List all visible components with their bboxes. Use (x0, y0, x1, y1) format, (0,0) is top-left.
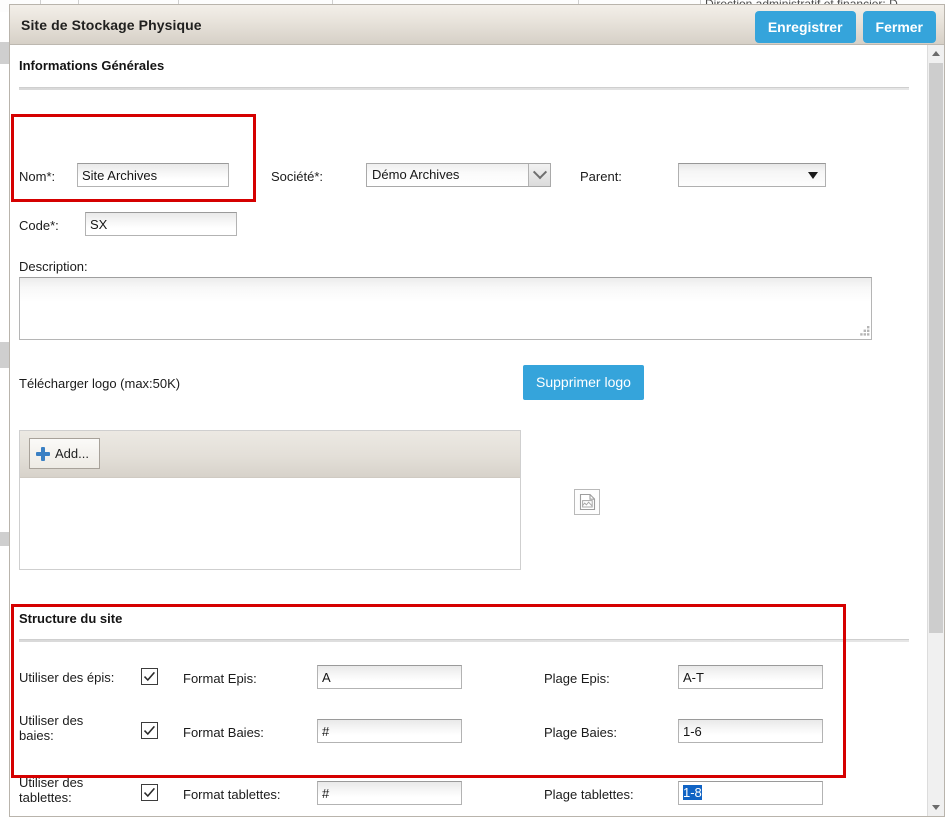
structure-use-label: Utiliser des épis: (19, 670, 115, 685)
logo-upload-panel: Add... (19, 430, 521, 570)
structure-format-label: Format Epis: (183, 671, 257, 686)
triangle-down-icon (808, 171, 818, 179)
dialog-titlebar: Site de Stockage Physique Enregistrer Fe… (10, 5, 944, 45)
chevron-down-icon (932, 805, 940, 810)
structure-range-label: Plage tablettes: (544, 787, 634, 802)
societe-selected-value: Démo Archives (372, 167, 460, 182)
structure-use-label: Utiliser des tablettes: (19, 775, 84, 805)
structure-range-input[interactable] (678, 719, 823, 743)
structure-range-label: Plage Baies: (544, 725, 617, 740)
section-heading-structure: Structure du site (19, 611, 123, 626)
description-textarea[interactable] (19, 277, 872, 340)
structure-use-label: Utiliser des baies: (19, 713, 84, 743)
checkmark-icon (143, 725, 156, 736)
structure-range-label: Plage Epis: (544, 671, 610, 686)
delete-logo-button[interactable]: Supprimer logo (523, 365, 644, 400)
structure-format-input[interactable] (317, 719, 462, 743)
section-heading-general: Informations Générales (19, 58, 165, 73)
background-left-strip (0, 12, 9, 817)
background-strip-block (0, 532, 9, 546)
chevron-up-icon (932, 51, 940, 56)
scroll-down-button[interactable] (928, 799, 944, 816)
structure-format-label: Format tablettes: (183, 787, 281, 802)
logo-preview-placeholder (574, 489, 600, 515)
save-button[interactable]: Enregistrer (754, 11, 856, 43)
broken-image-icon (579, 493, 595, 511)
logo-upload-toolbar: Add... (20, 431, 520, 478)
scroll-up-button[interactable] (928, 45, 944, 62)
structure-use-checkbox[interactable] (141, 784, 158, 801)
structure-format-input[interactable] (317, 665, 462, 689)
plus-icon (36, 446, 50, 461)
close-button[interactable]: Fermer (862, 11, 936, 43)
societe-select[interactable]: Démo Archives (366, 163, 551, 187)
dialog-body: Informations Générales Nom*: Code*: Soci… (10, 45, 944, 816)
section-divider-structure (19, 639, 909, 642)
background-strip-block (0, 42, 9, 64)
chevron-down-icon (528, 164, 550, 186)
dialog-actions: Enregistrer Fermer (754, 11, 936, 43)
structure-format-label: Format Baies: (183, 725, 264, 740)
nom-label: Nom*: (19, 169, 56, 184)
code-label: Code*: (19, 218, 59, 233)
structure-range-input[interactable]: 1-8 (678, 781, 823, 805)
checkmark-icon (143, 787, 156, 798)
structure-use-checkbox[interactable] (141, 722, 158, 739)
dialog-title: Site de Stockage Physique (21, 17, 202, 33)
parent-label: Parent: (580, 169, 622, 184)
background-strip-block (0, 342, 9, 368)
code-input[interactable] (85, 212, 237, 236)
add-file-label: Add... (55, 446, 89, 461)
selected-text: 1-8 (683, 785, 702, 800)
form-content: Informations Générales Nom*: Code*: Soci… (10, 45, 918, 816)
site-dialog: Site de Stockage Physique Enregistrer Fe… (9, 4, 945, 817)
section-divider-general (19, 87, 909, 90)
structure-range-input[interactable] (678, 665, 823, 689)
parent-select[interactable] (678, 163, 826, 187)
upload-logo-label: Télécharger logo (max:50K) (19, 376, 181, 391)
add-file-button[interactable]: Add... (29, 438, 100, 469)
structure-use-checkbox[interactable] (141, 668, 158, 685)
structure-format-input[interactable] (317, 781, 462, 805)
description-label: Description: (19, 259, 88, 274)
societe-label: Société*: (271, 169, 324, 184)
vertical-scrollbar[interactable] (927, 45, 944, 816)
nom-input[interactable] (77, 163, 229, 187)
scrollbar-thumb[interactable] (929, 63, 943, 633)
checkmark-icon (143, 671, 156, 682)
